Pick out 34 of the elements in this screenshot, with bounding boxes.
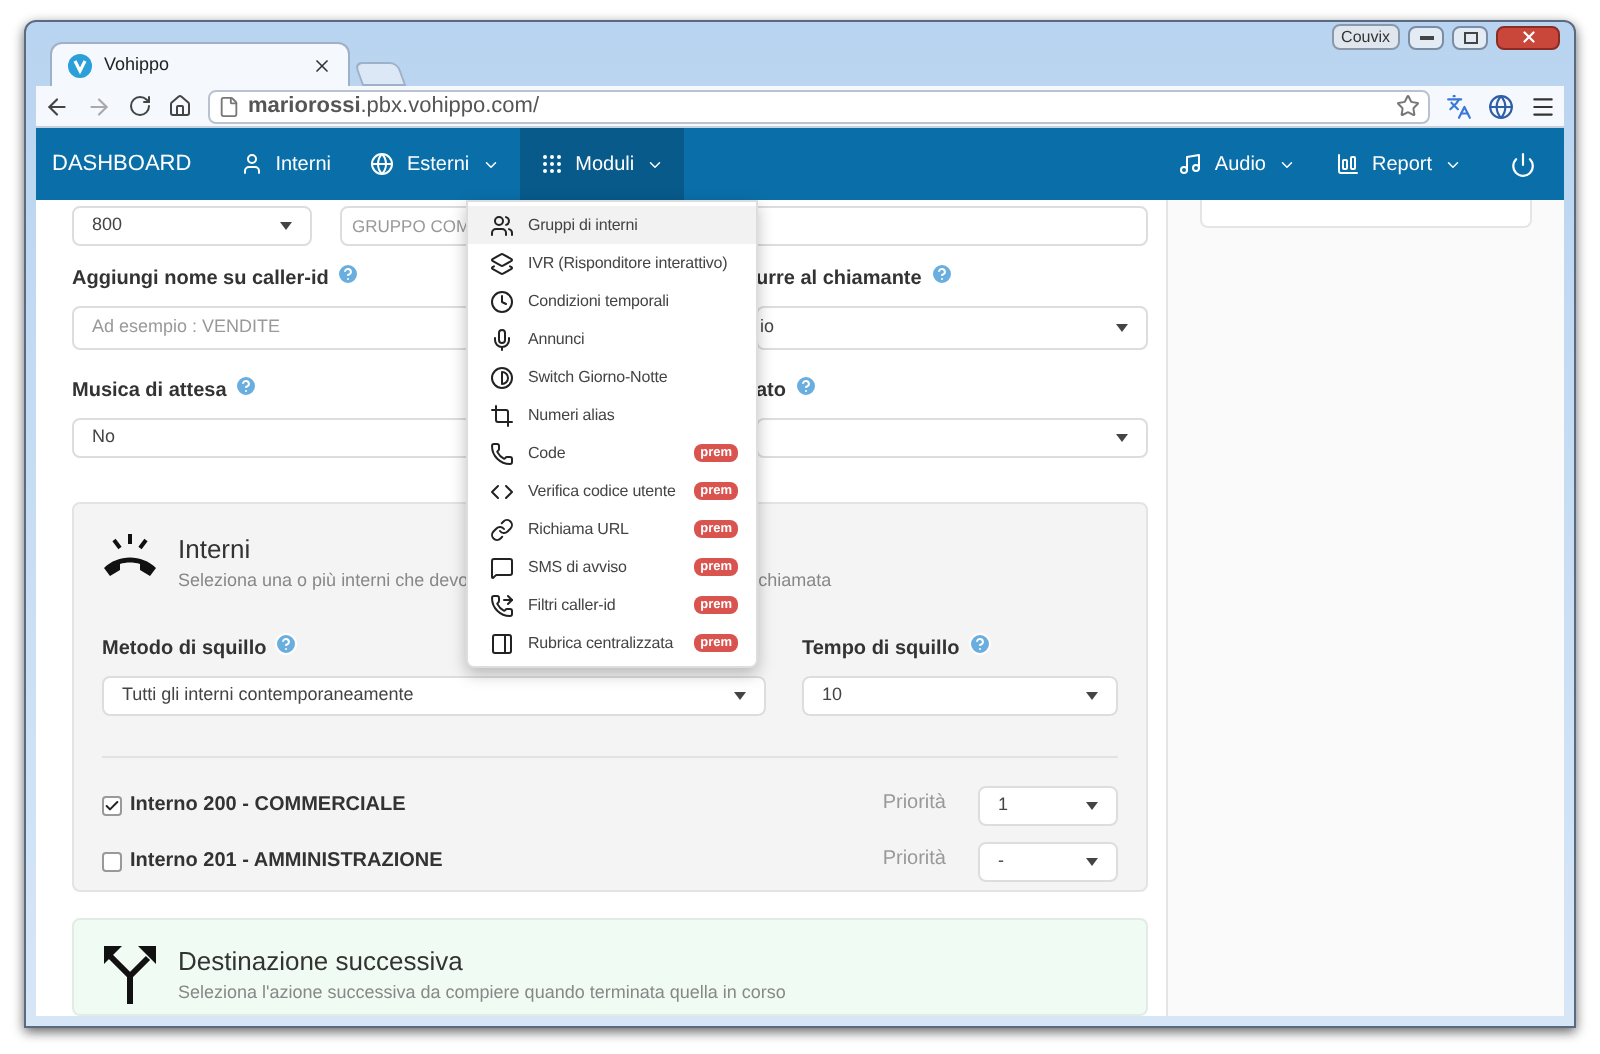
card-subtitle: Seleziona l'azione successiva da compiere quando terminata quella in corso xyxy=(178,979,786,1006)
menu-label: Condizioni temporali xyxy=(528,289,671,313)
field-label: Metodo di squillo xyxy=(102,637,267,659)
menu-label: Annunci xyxy=(528,327,587,351)
url-text: mariorossi.pbx.vohippo.com/ xyxy=(248,91,542,122)
card-title: Destinazione successiva xyxy=(178,943,465,979)
tab-title: Vohippo xyxy=(104,51,172,78)
menu-label: Verifica codice utente xyxy=(528,479,678,503)
menu-label: Code xyxy=(528,441,568,465)
field-label: Aggiungi nome su caller-id xyxy=(72,268,329,290)
menu-label: Gruppi di interni xyxy=(528,213,640,237)
field-label: Musica di attesa xyxy=(72,380,227,402)
field-label: urre al chiamante xyxy=(756,268,922,290)
menu-label: Numeri alias xyxy=(528,403,617,427)
menu-label: Rubrica centralizzata xyxy=(528,631,676,655)
nav-label: Moduli xyxy=(575,151,635,179)
field-label: Tempo di squillo xyxy=(802,637,960,659)
menu-label: Switch Giorno-Notte xyxy=(528,365,670,389)
nav-label: Esterni xyxy=(406,151,470,179)
card-title: Interni xyxy=(178,532,251,568)
card-subtitle: chiamata xyxy=(758,568,832,594)
priority-label: Priorità xyxy=(882,845,946,873)
nav-label: Interni xyxy=(275,151,331,179)
nav-label: Report xyxy=(1371,151,1432,179)
nav-label: Audio xyxy=(1214,151,1266,179)
menu-label: Richiama URL xyxy=(528,517,631,541)
priority-label: Priorità xyxy=(882,789,946,817)
field-label: ato xyxy=(756,380,786,402)
extension-label: Interno 201 - AMMINISTRAZIONE xyxy=(130,848,445,876)
menu-label: IVR (Risponditore interattivo) xyxy=(528,251,730,275)
menu-label: Filtri caller-id xyxy=(528,593,618,617)
menu-label: SMS di avviso xyxy=(528,555,629,579)
card-subtitle: Seleziona una o più interni che devo xyxy=(178,568,469,594)
extension-label: Interno 200 - COMMERCIALE xyxy=(130,792,408,820)
